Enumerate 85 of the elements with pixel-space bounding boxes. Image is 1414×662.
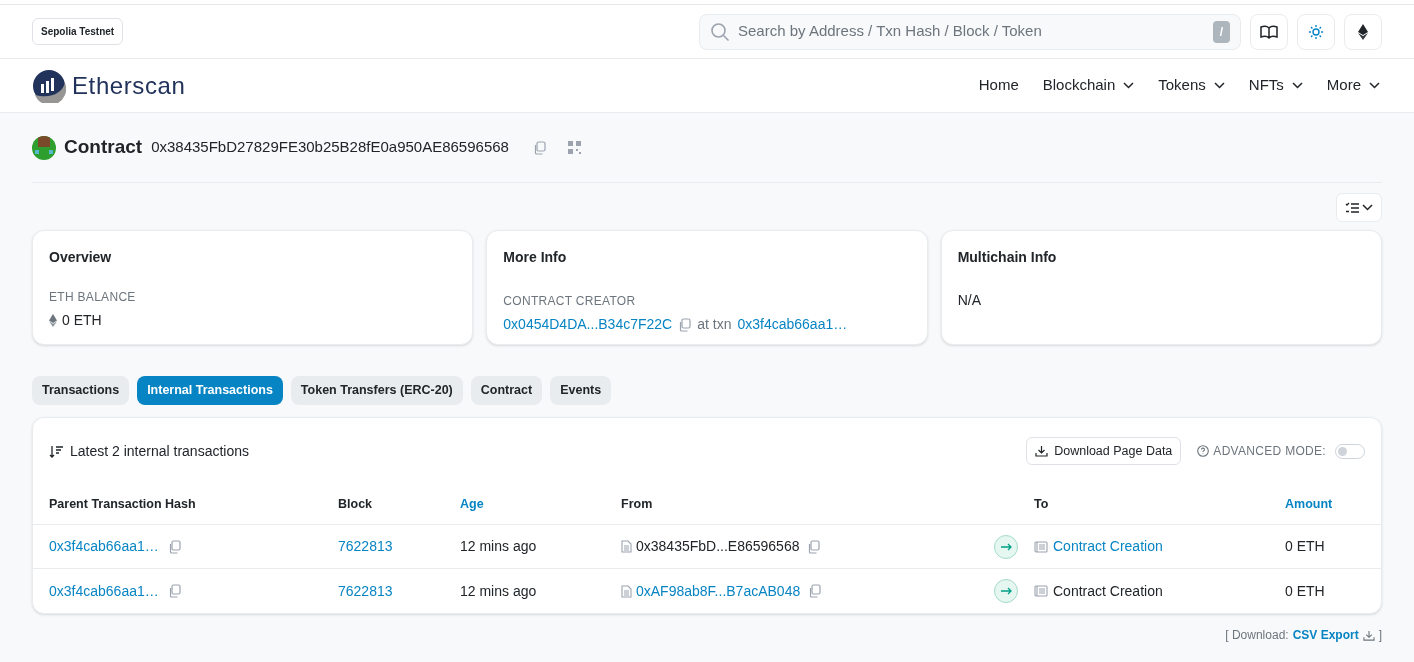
from-address[interactable]: 0xAF98ab8F...B7acAB048 [636, 580, 801, 602]
tab[interactable]: Contract [470, 376, 543, 405]
age-text: 12 mins ago [460, 582, 537, 599]
card-title: More Info [503, 248, 568, 267]
nav-link[interactable]: Tokens [1158, 74, 1225, 97]
logo-icon [32, 68, 66, 103]
search-input[interactable]: Search by Address / Txn Hash / Block / Token [738, 20, 1205, 43]
page-title: Contract [64, 135, 143, 160]
csv-export-link[interactable]: CSV Export [1292, 626, 1359, 644]
network-button[interactable] [1344, 13, 1382, 50]
from-address: 0x38435FbD...E86596568 [636, 537, 800, 556]
arrow-right-icon [994, 534, 1018, 559]
download-icon [1035, 445, 1049, 457]
amount-text: 0 ETH [1285, 538, 1325, 554]
creator-address-link[interactable]: 0x0454D4DA...B34c7F22C [503, 314, 673, 335]
card-title: Multichain Info [957, 248, 1058, 267]
column-header[interactable]: Age [460, 496, 484, 511]
advanced-mode-toggle[interactable] [1335, 443, 1365, 459]
chevron-down-icon [1213, 82, 1225, 89]
eth-balance: 0 ETH [62, 311, 102, 330]
copy-icon[interactable] [532, 140, 546, 155]
multichain-value: N/A [957, 291, 982, 310]
column-header[interactable]: Amount [1285, 496, 1333, 511]
shortcut-key: / [1212, 20, 1230, 43]
chevron-down-icon [1291, 82, 1303, 89]
field-label: ETH BALANCE [49, 289, 137, 306]
contract-icon [1034, 540, 1048, 553]
nav-link[interactable]: Blockchain [1042, 74, 1135, 97]
at-txn-text: at txn [697, 315, 732, 334]
view-options-button[interactable] [1336, 193, 1382, 222]
download-icon [1362, 629, 1375, 641]
download-label: [ Download: [1225, 627, 1289, 644]
arrow-right-icon [994, 579, 1018, 603]
nav-link[interactable]: More [1326, 74, 1380, 97]
txn-hash-link[interactable]: 0x3f4cab66aa1… [49, 580, 159, 602]
tab[interactable]: Internal Transactions [137, 376, 283, 405]
bracket-text: ] [1378, 627, 1382, 644]
field-label: CONTRACT CREATOR [503, 293, 637, 310]
chevron-down-icon [1123, 82, 1135, 89]
document-icon [621, 540, 632, 553]
document-icon [621, 584, 632, 598]
txn-hash-link[interactable]: 0x3f4cab66aa1… [49, 536, 159, 557]
nav-link[interactable]: NFTs [1248, 74, 1303, 97]
tab[interactable]: Events [550, 376, 612, 405]
theme-button[interactable] [1297, 13, 1335, 50]
copy-icon[interactable] [167, 584, 181, 598]
qr-code-icon[interactable] [567, 141, 581, 154]
chevron-down-icon [1362, 204, 1373, 211]
list-icon [1345, 202, 1359, 213]
block-link[interactable]: 7622813 [338, 582, 393, 599]
chevron-down-icon [1369, 82, 1380, 89]
copy-icon[interactable] [808, 584, 822, 598]
tab[interactable]: Transactions [32, 376, 130, 405]
to-link[interactable]: Contract Creation [1053, 536, 1163, 557]
copy-icon[interactable] [167, 539, 181, 554]
to-text: Contract Creation [1053, 581, 1163, 601]
copy-icon[interactable] [678, 317, 692, 332]
column-header: To [1034, 496, 1049, 511]
block-link[interactable]: 7622813 [338, 538, 393, 554]
book-icon [1260, 24, 1278, 39]
column-header: From [621, 496, 653, 511]
book-button[interactable] [1250, 13, 1288, 50]
sort-icon [49, 444, 64, 458]
sun-icon [1308, 23, 1324, 40]
nav-link[interactable]: Home [978, 74, 1019, 97]
search-icon [710, 21, 730, 42]
etherscan-logo[interactable]: Etherscan [32, 67, 186, 104]
amount-text: 0 ETH [1285, 582, 1325, 599]
contract-icon [1034, 585, 1048, 597]
card-title: Overview [49, 248, 113, 267]
advanced-mode-label: ADVANCED MODE: [1213, 443, 1326, 460]
ethereum-icon [49, 314, 57, 327]
age-text: 12 mins ago [460, 538, 537, 554]
table-summary: Latest 2 internal transactions [70, 441, 249, 461]
txn-hash-link[interactable]: 0x3f4cab66aa1… [737, 314, 848, 335]
column-header: Parent Transaction Hash [49, 496, 196, 511]
copy-icon[interactable] [807, 539, 821, 554]
ethereum-icon [1358, 23, 1368, 40]
network-badge: Sepolia Testnet [32, 18, 124, 45]
help-icon [1197, 445, 1210, 457]
tab[interactable]: Token Transfers (ERC-20) [290, 376, 463, 405]
contract-avatar [32, 135, 56, 160]
contract-address: 0x38435FbD27829FE30b25B28fE0a950AE86596568 [151, 137, 509, 158]
column-header: Block [338, 496, 373, 511]
download-button[interactable]: Download Page Data [1026, 437, 1182, 465]
